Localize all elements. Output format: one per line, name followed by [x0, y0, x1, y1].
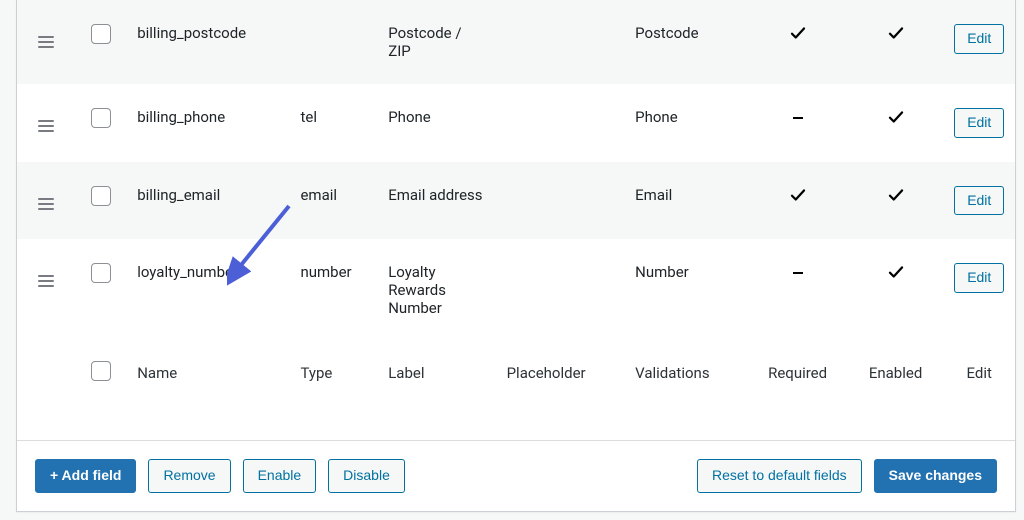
field-placeholder [497, 84, 626, 162]
col-header-enabled: Enabled [848, 341, 944, 405]
field-name: loyalty_number [127, 239, 290, 341]
col-header-edit: Edit [944, 341, 1015, 405]
add-field-button[interactable]: + Add field [35, 459, 136, 493]
drag-handle-icon[interactable] [38, 120, 54, 132]
dash-icon [793, 272, 803, 274]
edit-button[interactable]: Edit [954, 186, 1004, 216]
field-required [748, 0, 848, 84]
table-row: loyalty_numbernumberLoyalty Rewards Numb… [17, 239, 1015, 341]
check-icon [887, 28, 905, 46]
field-enabled [848, 0, 944, 84]
drag-handle-icon[interactable] [38, 198, 54, 210]
field-enabled [848, 84, 944, 162]
field-placeholder [497, 239, 626, 341]
col-header-validations: Validations [625, 341, 747, 405]
field-type [290, 0, 378, 84]
col-header-required: Required [748, 341, 848, 405]
table-row: billing_emailemailEmail address Email Edit [17, 162, 1015, 240]
row-checkbox[interactable] [91, 186, 111, 206]
field-required [748, 162, 848, 240]
field-name: billing_postcode [127, 0, 290, 84]
select-all-checkbox[interactable] [91, 361, 111, 381]
check-icon [887, 190, 905, 208]
field-label: Phone [378, 84, 496, 162]
actions-bar: + Add field Remove Enable Disable Reset … [17, 440, 1015, 511]
field-required [748, 239, 848, 341]
field-label: Postcode / ZIP [378, 0, 496, 84]
col-header-type: Type [290, 341, 378, 405]
field-enabled [848, 239, 944, 341]
field-validations: Email [625, 162, 747, 240]
enable-button[interactable]: Enable [243, 459, 317, 493]
field-enabled [848, 162, 944, 240]
table-row: billing_phonetelPhonePhoneEdit [17, 84, 1015, 162]
field-type: number [290, 239, 378, 341]
check-icon [789, 28, 807, 46]
col-header-label: Label [378, 341, 496, 405]
disable-button[interactable]: Disable [328, 459, 405, 493]
row-checkbox[interactable] [91, 108, 111, 128]
field-validations: Phone [625, 84, 747, 162]
check-icon [789, 190, 807, 208]
drag-handle-icon[interactable] [38, 36, 54, 48]
table-row: billing_postcode Postcode / ZIP Postcode Ed… [17, 0, 1015, 84]
check-icon [887, 112, 905, 130]
field-name: billing_phone [127, 84, 290, 162]
edit-button[interactable]: Edit [954, 108, 1004, 138]
save-changes-button[interactable]: Save changes [874, 459, 997, 493]
row-checkbox[interactable] [91, 24, 111, 44]
field-name: billing_email [127, 162, 290, 240]
drag-handle-icon[interactable] [38, 275, 54, 287]
col-header-name: Name [127, 341, 290, 405]
table-footer: Name Type Label Placeholder Validations … [17, 341, 1015, 405]
col-header-placeholder: Placeholder [497, 341, 626, 405]
field-validations: Postcode [625, 0, 747, 84]
reset-defaults-button[interactable]: Reset to default fields [697, 459, 862, 493]
field-type: email [290, 162, 378, 240]
field-placeholder [497, 0, 626, 84]
check-icon [887, 267, 905, 285]
edit-button[interactable]: Edit [954, 263, 1004, 293]
field-placeholder [497, 162, 626, 240]
field-type: tel [290, 84, 378, 162]
field-validations: Number [625, 239, 747, 341]
field-label: Email address [378, 162, 496, 240]
row-checkbox[interactable] [91, 263, 111, 283]
remove-button[interactable]: Remove [148, 459, 230, 493]
field-required [748, 84, 848, 162]
edit-button[interactable]: Edit [954, 24, 1004, 54]
dash-icon [793, 117, 803, 119]
field-label: Loyalty Rewards Number [378, 239, 496, 341]
